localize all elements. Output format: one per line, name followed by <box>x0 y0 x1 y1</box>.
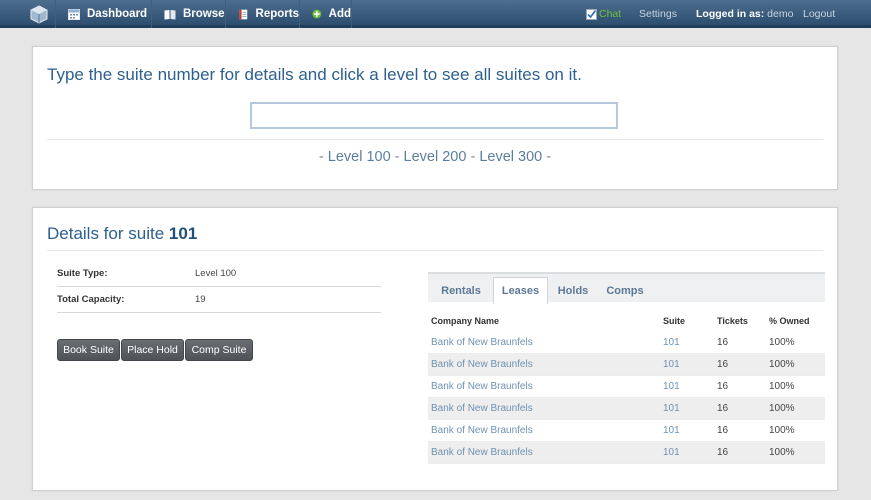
tab-rentals[interactable]: Rentals <box>432 277 490 304</box>
company-link[interactable]: Bank of New Braunfels <box>431 337 533 348</box>
logged-in-info: Logged in as: demo <box>696 0 793 28</box>
detail-value: Level 100 <box>195 268 237 279</box>
suite-link[interactable]: 101 <box>663 403 680 414</box>
company-link[interactable]: Bank of New Braunfels <box>431 403 533 414</box>
table-row: Bank of New Braunfels 101 16 100% <box>428 420 825 442</box>
detail-row-suite-type: Suite Type: Level 100 <box>57 261 381 287</box>
tickets-value: 16 <box>717 337 729 348</box>
search-instructions: Type the suite number for details and cl… <box>47 65 582 84</box>
nav-chat[interactable]: Chat <box>586 0 621 28</box>
suite-link[interactable]: 101 <box>663 359 680 370</box>
level-200-link[interactable]: Level 200 <box>404 149 467 165</box>
detail-value: 19 <box>195 294 206 305</box>
logged-in-label: Logged in as: <box>696 8 765 20</box>
checkbox-chat-icon <box>586 8 597 20</box>
details-title-prefix: Details for suite <box>47 224 165 243</box>
report-icon <box>239 9 248 19</box>
table-row: Bank of New Braunfels 101 16 100% <box>428 398 825 420</box>
tickets-value: 16 <box>717 359 729 370</box>
suite-link[interactable]: 101 <box>663 425 680 436</box>
tab-leases[interactable]: Leases <box>493 277 548 304</box>
table-header: Company Name Suite Tickets % Owned <box>428 316 825 332</box>
tickets-value: 16 <box>717 447 729 458</box>
company-link[interactable]: Bank of New Braunfels <box>431 359 533 370</box>
table-row: Bank of New Braunfels 101 16 100% <box>428 376 825 398</box>
col-suite: Suite <box>663 316 686 326</box>
tab-bar: Rentals Leases Holds Comps <box>428 272 825 304</box>
chat-label: Chat <box>599 8 622 20</box>
col-company-name: Company Name <box>431 316 500 326</box>
nav-logout[interactable]: Logout <box>803 0 835 28</box>
suite-search-panel: Type the suite number for details and cl… <box>32 46 838 190</box>
company-link[interactable]: Bank of New Braunfels <box>431 381 533 392</box>
owned-value: 100% <box>769 403 795 414</box>
owned-value: 100% <box>769 337 795 348</box>
separator: - <box>546 149 552 165</box>
owned-value: 100% <box>769 425 795 436</box>
table-row: Bank of New Braunfels 101 16 100% <box>428 354 825 376</box>
table-row: Bank of New Braunfels 101 16 100% <box>428 332 825 354</box>
nav-reports[interactable]: Reports <box>225 0 299 28</box>
owned-value: 100% <box>769 359 795 370</box>
level-links: - Level 100 - Level 200 - Level 300 - <box>33 149 837 165</box>
details-title: Details for suite 101 <box>47 224 197 244</box>
detail-label: Suite Type: <box>57 268 108 279</box>
logo-cube-icon[interactable] <box>25 3 53 25</box>
separator: - <box>470 149 476 165</box>
suite-link[interactable]: 101 <box>663 381 680 392</box>
tickets-value: 16 <box>717 403 729 414</box>
book-suite-button[interactable]: Book Suite <box>57 339 120 361</box>
level-300-link[interactable]: Level 300 <box>479 149 542 165</box>
nav-reports-label: Reports <box>255 8 299 20</box>
detail-row-total-capacity: Total Capacity: 19 <box>57 287 381 313</box>
suite-details-panel: Details for suite 101 Suite Type: Level … <box>32 207 838 491</box>
comp-suite-button[interactable]: Comp Suite <box>185 339 253 361</box>
divider <box>47 139 823 140</box>
suite-number-input[interactable] <box>250 102 618 129</box>
level-100-link[interactable]: Level 100 <box>328 149 391 165</box>
top-navbar: Dashboard Browse Reports Add Chat Settin… <box>0 0 871 28</box>
tab-holds[interactable]: Holds <box>550 277 596 304</box>
col-tickets: Tickets <box>717 316 748 326</box>
nav-settings[interactable]: Settings <box>639 0 677 28</box>
nav-dashboard-label: Dashboard <box>87 8 148 20</box>
company-link[interactable]: Bank of New Braunfels <box>431 425 533 436</box>
separator: - <box>394 149 400 165</box>
nav-dashboard[interactable]: Dashboard <box>55 0 151 28</box>
suite-link[interactable]: 101 <box>663 447 680 458</box>
nav-browse-label: Browse <box>183 8 225 20</box>
book-icon <box>164 9 176 19</box>
plus-circle-icon <box>312 9 322 19</box>
nav-add[interactable]: Add <box>299 0 352 28</box>
nav-browse[interactable]: Browse <box>151 0 225 28</box>
suite-link[interactable]: 101 <box>663 337 680 348</box>
col-percent-owned: % Owned <box>769 316 810 326</box>
place-hold-button[interactable]: Place Hold <box>121 339 184 361</box>
detail-label: Total Capacity: <box>57 294 125 305</box>
username: demo <box>767 8 794 20</box>
owned-value: 100% <box>769 447 795 458</box>
tickets-value: 16 <box>717 425 729 436</box>
separator: - <box>318 149 324 165</box>
suite-number: 101 <box>168 224 198 243</box>
suite-history-tabs: Rentals Leases Holds Comps Company Name … <box>428 272 825 482</box>
calendar-icon <box>68 8 80 20</box>
table-row: Bank of New Braunfels 101 16 100% <box>428 442 825 464</box>
tickets-value: 16 <box>717 381 729 392</box>
divider <box>47 250 823 251</box>
owned-value: 100% <box>769 381 795 392</box>
tab-comps[interactable]: Comps <box>598 277 652 304</box>
nav-add-label: Add <box>328 8 351 20</box>
company-link[interactable]: Bank of New Braunfels <box>431 447 533 458</box>
